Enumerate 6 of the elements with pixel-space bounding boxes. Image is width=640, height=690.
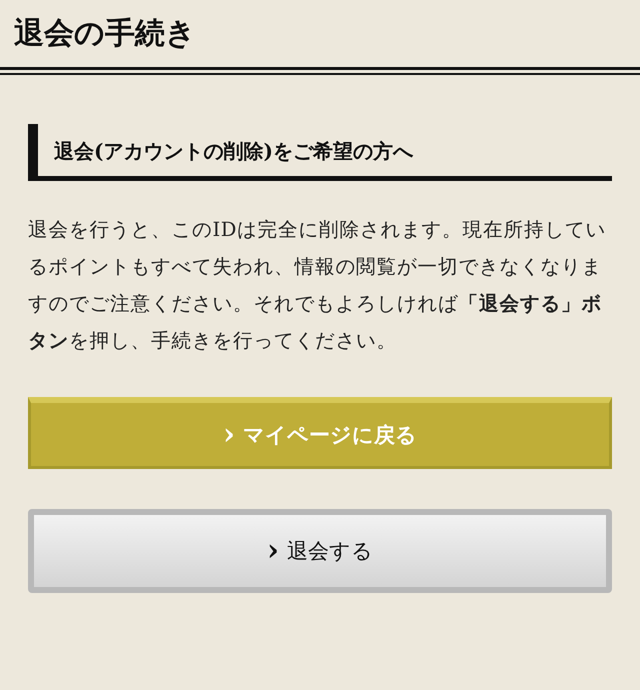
chevron-icon: ›	[223, 420, 235, 450]
chevron-icon: ›	[267, 536, 279, 566]
page-title: 退会の手続き	[14, 15, 197, 53]
notice-text: 退会を行うと、このIDは完全に削除されます。現在所持しているポイントもすべて失われ、情報の閲覧が一切できなくなりますのでご注意ください。それでもよろしければ「退会する」ボタンを押し、手続きを行ってください。	[28, 217, 607, 354]
withdraw-button[interactable]: › 退会する	[28, 509, 612, 593]
section-heading: 退会(アカウントの削除)をご希望の方へ	[28, 124, 612, 181]
